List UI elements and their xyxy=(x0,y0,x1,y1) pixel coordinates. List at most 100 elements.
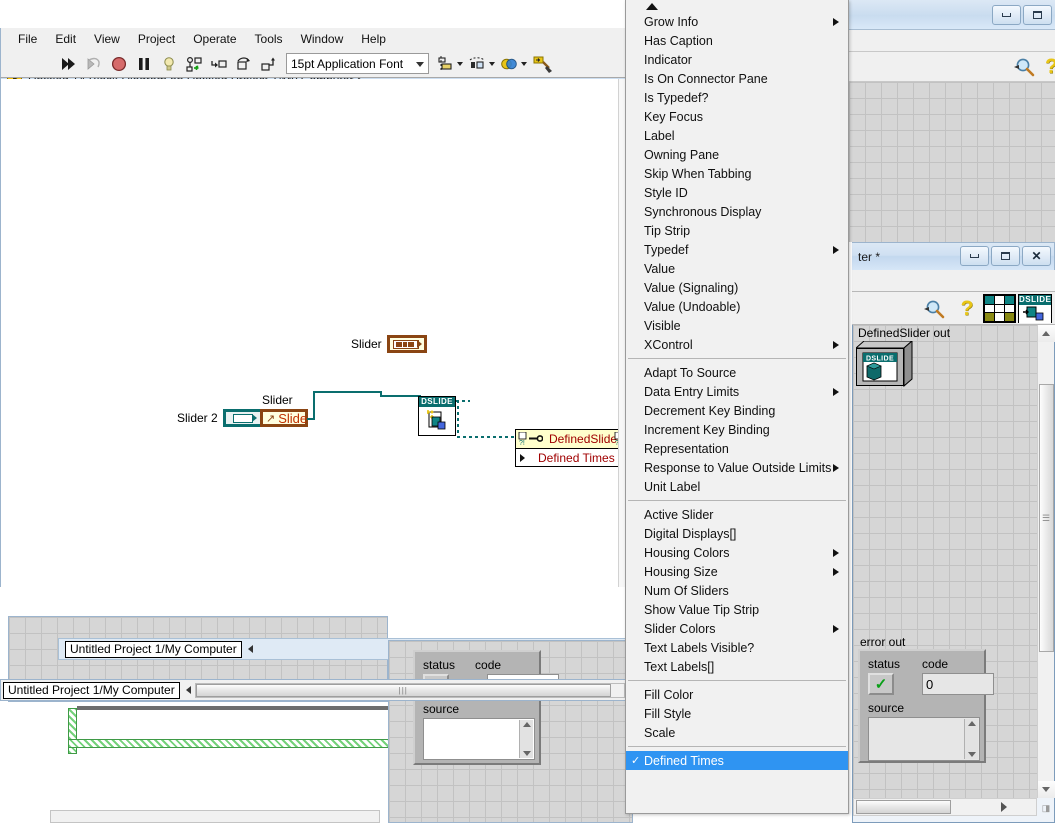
fp-scroll-down-button[interactable] xyxy=(1037,781,1055,798)
fp-scroll-thumb[interactable]: ☰ xyxy=(1038,384,1054,652)
context-menu-item[interactable]: Key Focus xyxy=(626,107,848,126)
retain-wire-values-icon[interactable] xyxy=(182,53,206,75)
step-out-icon[interactable] xyxy=(257,53,281,75)
align-objects-chevron-icon[interactable] xyxy=(457,61,463,66)
context-menu-item[interactable]: Slider Colors xyxy=(626,619,848,638)
fp-hscroll-thumb[interactable] xyxy=(856,800,951,814)
context-menu-item[interactable]: Visible xyxy=(626,316,848,335)
context-menu-item[interactable]: Fill Color xyxy=(626,685,848,704)
fp-status-boolean[interactable]: ✓ xyxy=(868,673,894,695)
fp-hscroll-right-arrow-icon[interactable] xyxy=(1001,802,1007,812)
block-diagram-canvas[interactable]: Slider Slider 2 Slider ↗ Slide DSLIDE ?!… xyxy=(0,79,630,587)
center-source-scrollbar[interactable] xyxy=(519,720,533,758)
context-menu-item[interactable]: Style ID xyxy=(626,183,848,202)
front-panel-vscrollbar[interactable]: ☰ xyxy=(1037,325,1055,798)
menu-item-edit[interactable]: Edit xyxy=(46,30,85,48)
slider-indicator-group[interactable]: Slider xyxy=(351,335,427,353)
fp-source-scrollbar[interactable] xyxy=(964,719,978,759)
background-restore-button[interactable] xyxy=(1023,5,1052,25)
context-menu-item[interactable]: Synchronous Display xyxy=(626,202,848,221)
context-menu-scroll-up[interactable] xyxy=(626,0,848,12)
distribute-objects-icon[interactable] xyxy=(467,53,487,75)
context-menu-item[interactable]: Has Caption xyxy=(626,31,848,50)
menu-item-operate[interactable]: Operate xyxy=(184,30,245,48)
context-menu-item[interactable]: Value xyxy=(626,259,848,278)
fp-scroll-up-button[interactable] xyxy=(1037,325,1055,342)
context-menu-item[interactable]: Response to Value Outside Limits xyxy=(626,458,848,477)
highlight-execution-icon[interactable] xyxy=(157,53,181,75)
background-search-magnifier-icon[interactable] xyxy=(1014,56,1036,78)
secondary-project-tag-arrow[interactable] xyxy=(247,645,253,653)
block-diagram-hscrollbar[interactable]: ||| xyxy=(194,682,625,698)
context-menu-item[interactable]: Active Slider xyxy=(626,505,848,524)
clean-up-diagram-icon[interactable] xyxy=(531,53,555,75)
fp-source-field[interactable] xyxy=(868,717,980,761)
block-diagram-project-tag-arrow[interactable] xyxy=(185,686,191,694)
vi-connector-pane-icon[interactable] xyxy=(983,294,1016,323)
slider-reference-terminal[interactable]: ↗ Slide xyxy=(260,409,308,427)
menu-item-view[interactable]: View xyxy=(85,30,129,48)
reorder-icon[interactable] xyxy=(499,53,519,75)
distribute-objects-chevron-icon[interactable] xyxy=(489,61,495,66)
wire-stub-at-slide[interactable] xyxy=(307,418,315,420)
context-help-question-icon[interactable]: ? xyxy=(957,297,977,321)
property-context-menu[interactable]: Grow Info Has Caption Indicator Is On Conne… xyxy=(625,0,849,814)
vi-icon-dslide[interactable]: DSLIDE xyxy=(1018,294,1052,323)
block-diagram-project-tag[interactable]: Untitled Project 1/My Computer xyxy=(3,681,180,699)
front-panel-minimize-button[interactable] xyxy=(960,246,989,266)
property-node[interactable]: ?! DefinedSlider ?! Defined Times xyxy=(515,429,625,467)
context-menu-item[interactable]: Housing Colors xyxy=(626,543,848,562)
step-into-icon[interactable] xyxy=(207,53,231,75)
context-menu-item[interactable]: ✓ Defined Times xyxy=(626,751,848,770)
context-menu-item[interactable]: Skip When Tabbing xyxy=(626,164,848,183)
align-objects-icon[interactable] xyxy=(435,53,455,75)
scroll-down-arrow-icon[interactable] xyxy=(967,752,976,757)
secondary-project-tag[interactable]: Untitled Project 1/My Computer xyxy=(65,640,242,658)
slider-indicator-terminal[interactable] xyxy=(386,335,427,353)
font-size-select[interactable]: 15pt Application Font xyxy=(286,53,429,74)
property-node-expand-arrow-icon[interactable] xyxy=(520,453,525,462)
background-context-help-question-icon[interactable]: ? xyxy=(1045,55,1055,79)
context-menu-item[interactable]: Increment Key Binding xyxy=(626,420,848,439)
context-menu-item[interactable]: XControl xyxy=(626,335,848,354)
menu-item-window[interactable]: Window xyxy=(292,30,353,48)
context-menu-item[interactable]: Grow Info xyxy=(626,12,848,31)
block-diagram-hscroll-thumb[interactable]: ||| xyxy=(195,683,611,697)
context-menu-item[interactable]: Digital Displays[] xyxy=(626,524,848,543)
wire-into-dslide[interactable] xyxy=(380,395,421,397)
scroll-down-arrow-icon[interactable] xyxy=(522,751,531,756)
slider2-control-group[interactable]: Slider 2 xyxy=(177,409,263,427)
menu-item-project[interactable]: Project xyxy=(129,30,184,48)
slider2-terminal[interactable] xyxy=(222,409,263,427)
front-panel-close-button[interactable]: ✕ xyxy=(1022,246,1051,266)
context-menu-item[interactable]: Decrement Key Binding xyxy=(626,401,848,420)
defined-slider-out-control[interactable]: DSLIDE xyxy=(854,339,924,388)
wire-ref-vertical[interactable] xyxy=(457,400,459,438)
wire-ref-to-propnode[interactable] xyxy=(457,436,517,438)
context-menu-item[interactable]: Unit Label xyxy=(626,477,848,496)
context-menu-item[interactable]: Housing Size xyxy=(626,562,848,581)
context-menu-item[interactable]: Tip Strip xyxy=(626,221,848,240)
context-menu-item[interactable]: Value (Undoable) xyxy=(626,297,848,316)
context-menu-item[interactable]: Text Labels[] xyxy=(626,657,848,676)
menu-item-file[interactable]: File xyxy=(9,30,46,48)
search-magnifier-icon[interactable] xyxy=(924,298,946,320)
scroll-up-arrow-icon[interactable] xyxy=(522,722,531,727)
lower-window-bottom-scroll[interactable] xyxy=(50,810,380,823)
align-objects-group[interactable] xyxy=(435,53,463,75)
context-menu-item[interactable]: Indicator xyxy=(626,50,848,69)
context-menu-item[interactable]: Value (Signaling) xyxy=(626,278,848,297)
run-continuously-icon[interactable] xyxy=(82,53,106,75)
context-menu-item[interactable]: Text Labels Visible? xyxy=(626,638,848,657)
context-menu-item[interactable]: Show Value Tip Strip xyxy=(626,600,848,619)
context-menu-item[interactable]: Data Entry Limits xyxy=(626,382,848,401)
background-minimize-button[interactable] xyxy=(992,5,1021,25)
run-icon[interactable] xyxy=(57,53,81,75)
front-panel-hscrollbar[interactable] xyxy=(853,798,1037,816)
reorder-chevron-icon[interactable] xyxy=(521,61,527,66)
context-menu-item[interactable]: Num Of Sliders xyxy=(626,581,848,600)
center-source-field[interactable] xyxy=(423,718,535,760)
context-menu-item[interactable]: Is Typedef? xyxy=(626,88,848,107)
reorder-group[interactable] xyxy=(499,53,527,75)
context-menu-item[interactable]: Label xyxy=(626,126,848,145)
